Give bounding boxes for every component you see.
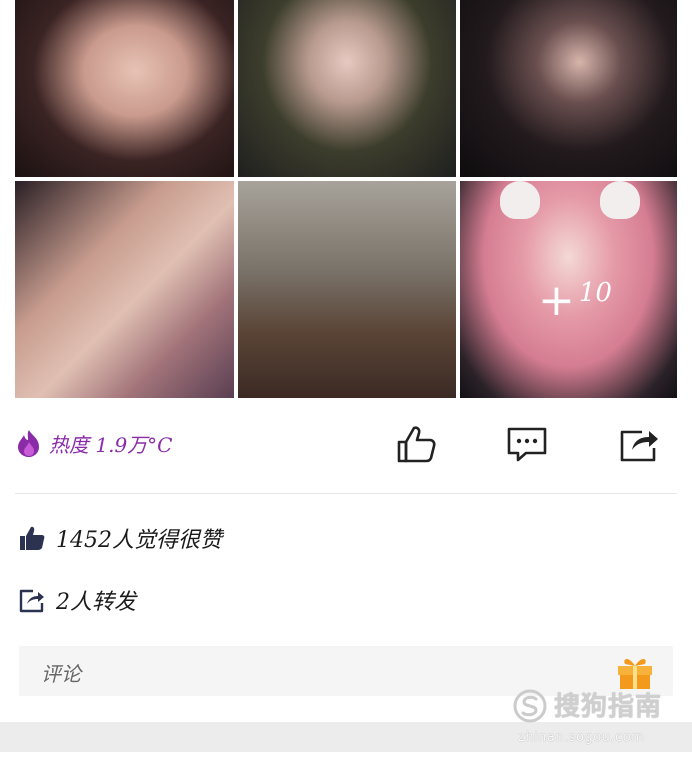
post-action-bar: 热度 1.9万°C <box>15 410 677 480</box>
watermark-title: 搜狗指南 <box>554 692 663 722</box>
likes-count-text: 1452人觉得很赞 <box>56 528 222 553</box>
heat-indicator: 热度 1.9万°C <box>15 428 172 458</box>
sogou-logo-icon <box>513 689 547 723</box>
photo-thumbnail[interactable] <box>15 0 234 177</box>
photo-grid: + 10 <box>15 0 677 398</box>
share-small-icon <box>19 589 44 613</box>
shares-count-text: 2人转发 <box>56 590 136 615</box>
more-photos-number: 10 <box>578 278 612 308</box>
photo-thumbnail[interactable] <box>15 181 234 398</box>
photo-thumbnail[interactable] <box>238 181 456 398</box>
section-divider <box>15 493 677 494</box>
comment-placeholder: 评论 <box>41 662 81 686</box>
share-icon[interactable] <box>618 424 660 464</box>
photo-thumbnail-more[interactable]: + 10 <box>460 181 677 398</box>
plus-sign: + <box>538 275 575 326</box>
photo-thumbnail[interactable] <box>460 0 677 177</box>
comment-icon[interactable] <box>506 424 548 464</box>
watermark: 搜狗指南 zhinan.sogou.com <box>512 684 682 754</box>
more-photos-count: + 10 <box>538 275 612 326</box>
shares-summary[interactable]: 2人转发 <box>18 584 136 616</box>
watermark-url: zhinan.sogou.com <box>518 730 645 745</box>
likes-summary[interactable]: 1452人觉得很赞 <box>18 522 222 554</box>
flame-icon <box>18 430 39 457</box>
thumbs-up-icon <box>20 526 45 550</box>
like-icon[interactable] <box>395 424 437 464</box>
heat-text: 热度 1.9万°C <box>49 432 173 457</box>
photo-thumbnail[interactable] <box>238 0 456 177</box>
